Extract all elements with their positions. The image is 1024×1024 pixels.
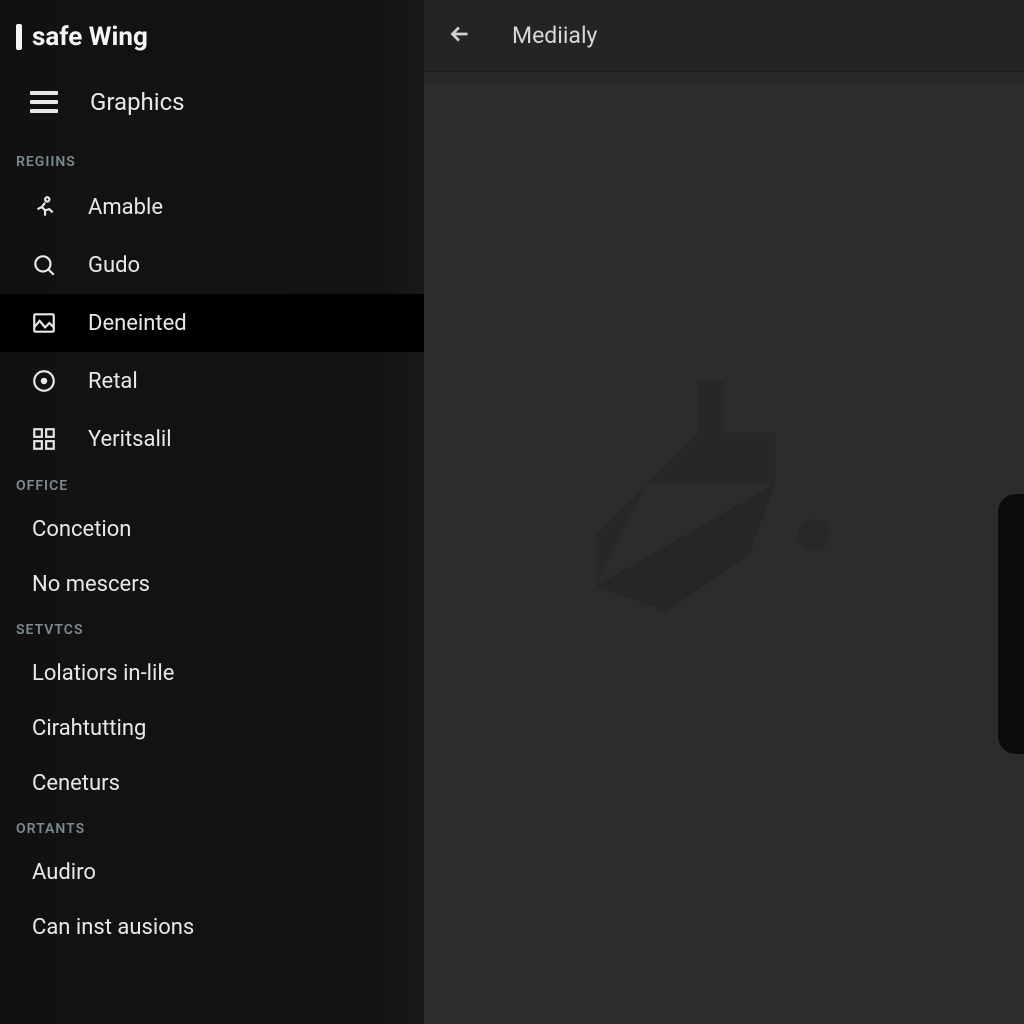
sidebar-item-gudo[interactable]: Gudo xyxy=(0,236,424,294)
search-icon xyxy=(30,251,58,279)
graphics-label: Graphics xyxy=(90,88,185,116)
sidebar-item-label: Audiro xyxy=(32,860,96,885)
sidebar-item-ceneturs[interactable]: Ceneturs xyxy=(0,756,424,811)
sidebar-item-label: Lolatiors in-lile xyxy=(32,661,174,686)
section-header-setvtcs: SETVTCS xyxy=(0,612,424,646)
sidebar-item-yeritsalil[interactable]: Yeritsalil xyxy=(0,410,424,468)
sidebar-item-label: Gudo xyxy=(88,253,140,278)
sidebar-item-concetion[interactable]: Concetion xyxy=(0,502,424,557)
sidebar-item-label: Amable xyxy=(88,195,163,220)
sidebar-item-label: Can inst ausions xyxy=(32,915,194,940)
sidebar-item-label: Concetion xyxy=(32,517,131,542)
sidebar: safe Wing Graphics REGIINS Amable Gudo xyxy=(0,0,424,1024)
grid-icon xyxy=(30,425,58,453)
sidebar-item-label: No mescers xyxy=(32,572,150,597)
sidebar-item-label: Ceneturs xyxy=(32,771,120,796)
record-icon xyxy=(30,367,58,395)
brand-title: safe Wing xyxy=(32,22,148,52)
right-edge-handle[interactable] xyxy=(998,494,1024,754)
section-header-regiins: REGIINS xyxy=(0,144,424,178)
running-icon xyxy=(30,193,58,221)
sidebar-item-audiro[interactable]: Audiro xyxy=(0,845,424,900)
arrow-left-icon xyxy=(447,21,473,51)
main-panel: Mediialy xyxy=(424,0,1024,1024)
sidebar-item-lolatiors[interactable]: Lolatiors in-lile xyxy=(0,646,424,701)
brand: safe Wing xyxy=(0,12,424,70)
sidebar-item-label: Cirahtutting xyxy=(32,716,146,741)
sidebar-item-retal[interactable]: Retal xyxy=(0,352,424,410)
brand-mark-icon xyxy=(16,24,22,50)
sidebar-item-label: Deneinted xyxy=(88,311,187,336)
empty-state-icon xyxy=(538,356,858,676)
page-title: Mediialy xyxy=(512,22,597,49)
main-header: Mediialy xyxy=(424,0,1024,72)
back-button[interactable] xyxy=(444,20,476,52)
sidebar-graphics-row[interactable]: Graphics xyxy=(0,70,424,144)
sidebar-item-amable[interactable]: Amable xyxy=(0,178,424,236)
image-icon xyxy=(30,309,58,337)
main-body xyxy=(424,84,1024,1024)
sidebar-item-label: Yeritsalil xyxy=(88,427,172,452)
hamburger-icon[interactable] xyxy=(30,91,58,113)
sidebar-item-label: Retal xyxy=(88,369,138,394)
sidebar-item-deneinted[interactable]: Deneinted xyxy=(0,294,424,352)
sidebar-item-can-inst-ausions[interactable]: Can inst ausions xyxy=(0,900,424,955)
section-header-office: OFFICE xyxy=(0,468,424,502)
sidebar-item-no-mescers[interactable]: No mescers xyxy=(0,557,424,612)
sidebar-item-cirahtutting[interactable]: Cirahtutting xyxy=(0,701,424,756)
section-header-ortants: ORTANTS xyxy=(0,811,424,845)
